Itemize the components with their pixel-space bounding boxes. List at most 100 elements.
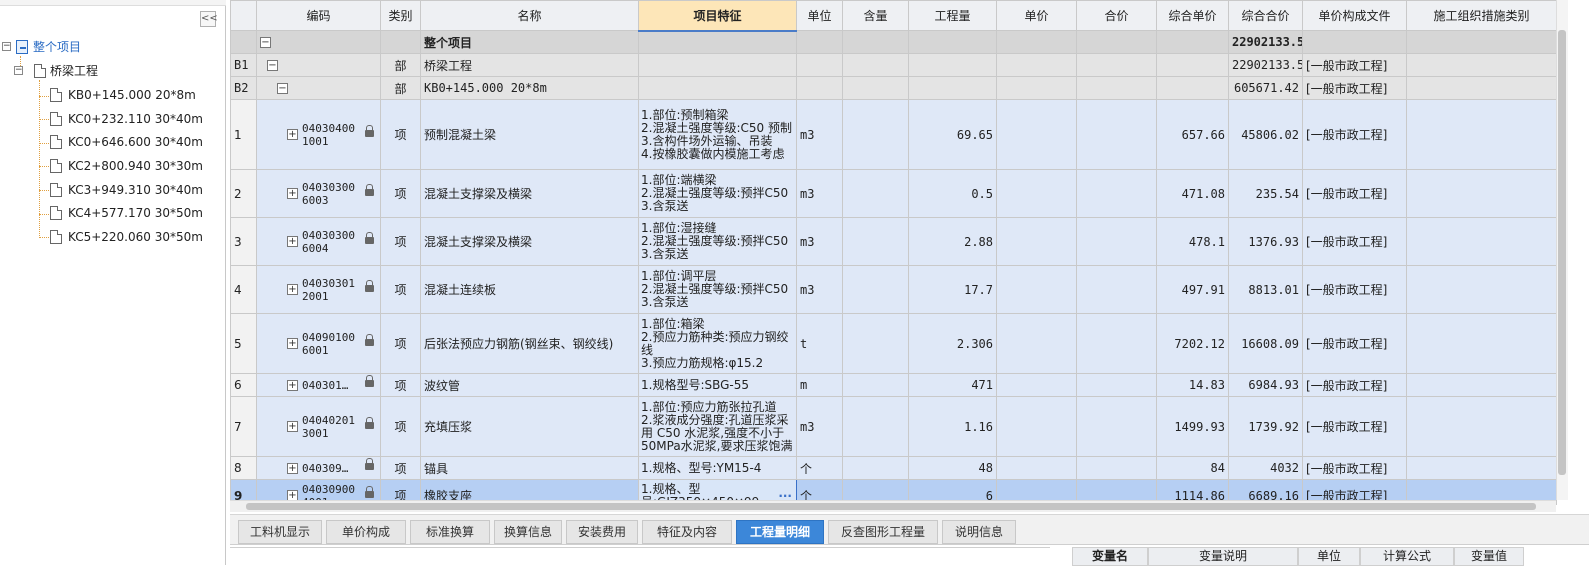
qty-cell[interactable]: 471: [908, 373, 997, 397]
expand-icon[interactable]: +: [287, 421, 298, 432]
code-cell[interactable]: +04030300 6004: [256, 217, 381, 266]
item-row[interactable]: 3 +04030300 6004 项混凝土支撑梁及横梁 1.部位:湿接缝 2.混凝土强度等…: [230, 217, 1557, 266]
measure-cell[interactable]: [1406, 76, 1557, 100]
item-row[interactable]: 4 +04030301 2001 项混凝土连续板 1.部位:调平层 2.混凝土强度等级:预…: [230, 265, 1557, 314]
header-comp-price[interactable]: 综合单价: [1156, 0, 1229, 31]
expand-icon[interactable]: +: [287, 284, 298, 295]
category-cell[interactable]: 项: [380, 373, 421, 397]
qty-cell[interactable]: 48: [908, 456, 997, 480]
measure-cell[interactable]: [1406, 373, 1557, 397]
unit-cell[interactable]: [796, 30, 843, 54]
item-row[interactable]: 8 +040309… 项锚具 1.规格、型号:YM15-4 个 48 84 4032 [一般市政…: [230, 456, 1557, 480]
header-variable-desc[interactable]: 变量说明: [1148, 547, 1298, 566]
expand-icon[interactable]: +: [287, 236, 298, 247]
measure-cell[interactable]: [1406, 217, 1557, 266]
comp-price-cell[interactable]: [1156, 30, 1229, 54]
comp-price-cell[interactable]: 7202.12: [1156, 313, 1229, 374]
comp-total-cell[interactable]: 22902133.5: [1228, 53, 1303, 77]
qty-cell[interactable]: 0.5: [908, 169, 997, 218]
content-cell[interactable]: [842, 169, 909, 218]
tab-quantity-detail[interactable]: 工程量明细: [736, 520, 824, 544]
comp-total-cell[interactable]: 6984.93: [1228, 373, 1303, 397]
content-cell[interactable]: [842, 76, 909, 100]
price-cell[interactable]: [996, 99, 1077, 170]
collapse-icon[interactable]: −: [260, 37, 271, 48]
expand-icon[interactable]: +: [287, 129, 298, 140]
file-cell[interactable]: [一般市政工程]: [1302, 53, 1407, 77]
total-cell[interactable]: [1076, 217, 1157, 266]
unit-cell[interactable]: m3: [796, 99, 843, 170]
comp-price-cell[interactable]: [1156, 53, 1229, 77]
expand-icon[interactable]: +: [287, 380, 298, 391]
qty-cell[interactable]: [908, 30, 997, 54]
summary-row[interactable]: − 整个项目 22902133.5: [230, 30, 1557, 54]
measure-cell[interactable]: [1406, 313, 1557, 374]
total-cell[interactable]: [1076, 265, 1157, 314]
expand-icon[interactable]: +: [287, 463, 298, 474]
expand-icon[interactable]: +: [287, 338, 298, 349]
code-cell[interactable]: −: [256, 76, 381, 100]
code-cell[interactable]: −: [256, 53, 381, 77]
feature-cell[interactable]: 1.部位:调平层 2.混凝土强度等级:预拌C50 3.含泵送: [638, 265, 797, 314]
header-content[interactable]: 含量: [842, 0, 909, 31]
header-category[interactable]: 类别: [380, 0, 421, 31]
tree-item[interactable]: KC0+232.110 30*40m: [50, 109, 220, 129]
total-cell[interactable]: [1076, 456, 1157, 480]
price-cell[interactable]: [996, 217, 1077, 266]
comp-total-cell[interactable]: 235.54: [1228, 169, 1303, 218]
unit-cell[interactable]: 个: [796, 456, 843, 480]
tree-item[interactable]: KC0+646.600 30*40m: [50, 132, 220, 152]
header-qty[interactable]: 工程量: [908, 0, 997, 31]
code-cell[interactable]: −: [256, 30, 381, 54]
content-cell[interactable]: [842, 265, 909, 314]
name-cell[interactable]: 充填压浆: [420, 396, 639, 457]
category-cell[interactable]: 项: [380, 217, 421, 266]
measure-cell[interactable]: [1406, 396, 1557, 457]
comp-price-cell[interactable]: 497.91: [1156, 265, 1229, 314]
comp-price-cell[interactable]: 14.83: [1156, 373, 1229, 397]
measure-cell[interactable]: [1406, 169, 1557, 218]
section-row-b2[interactable]: B2 − 部 KB0+145.000 20*8m 605671.42 [一般市政…: [230, 76, 1557, 100]
code-cell[interactable]: +04030300 6003: [256, 169, 381, 218]
content-cell[interactable]: [842, 53, 909, 77]
comp-total-cell[interactable]: 4032: [1228, 456, 1303, 480]
measure-cell[interactable]: [1406, 30, 1557, 54]
feature-cell[interactable]: 1.规格型号:SBG-55: [638, 373, 797, 397]
category-cell[interactable]: 项: [380, 99, 421, 170]
content-cell[interactable]: [842, 99, 909, 170]
tree-item[interactable]: KC3+949.310 30*40m: [50, 180, 220, 200]
content-cell[interactable]: [842, 373, 909, 397]
unit-cell[interactable]: m: [796, 373, 843, 397]
tree-root[interactable]: − 整个项目: [2, 37, 222, 57]
qty-cell[interactable]: [908, 53, 997, 77]
category-cell[interactable]: 部: [380, 53, 421, 77]
file-cell[interactable]: [一般市政工程]: [1302, 456, 1407, 480]
tree-item[interactable]: KB0+145.000 20*8m: [50, 85, 220, 105]
name-cell[interactable]: 混凝土支撑梁及横梁: [420, 217, 639, 266]
comp-total-cell[interactable]: 45806.02: [1228, 99, 1303, 170]
unit-cell[interactable]: m3: [796, 396, 843, 457]
price-cell[interactable]: [996, 76, 1077, 100]
unit-cell[interactable]: m3: [796, 169, 843, 218]
header-code[interactable]: 编码: [256, 0, 381, 31]
price-cell[interactable]: [996, 456, 1077, 480]
unit-cell[interactable]: m3: [796, 265, 843, 314]
comp-price-cell[interactable]: 84: [1156, 456, 1229, 480]
item-row[interactable]: 5 +04090100 6001 项后张法预应力钢筋(钢丝束、钢绞线) 1.部位:箱梁 2…: [230, 313, 1557, 374]
feature-cell[interactable]: [638, 53, 797, 77]
name-cell[interactable]: KB0+145.000 20*8m: [420, 76, 639, 100]
price-cell[interactable]: [996, 396, 1077, 457]
feature-cell[interactable]: 1.部位:端横梁 2.混凝土强度等级:预拌C50 3.含泵送: [638, 169, 797, 218]
header-name[interactable]: 名称: [420, 0, 639, 31]
name-cell[interactable]: 锚具: [420, 456, 639, 480]
category-cell[interactable]: 项: [380, 265, 421, 314]
header-variable-value[interactable]: 变量值: [1454, 547, 1524, 566]
tab-feature-content[interactable]: 特征及内容: [642, 520, 732, 544]
content-cell[interactable]: [842, 456, 909, 480]
content-cell[interactable]: [842, 30, 909, 54]
file-cell[interactable]: [一般市政工程]: [1302, 169, 1407, 218]
file-cell[interactable]: [一般市政工程]: [1302, 313, 1407, 374]
content-cell[interactable]: [842, 217, 909, 266]
total-cell[interactable]: [1076, 76, 1157, 100]
content-cell[interactable]: [842, 313, 909, 374]
